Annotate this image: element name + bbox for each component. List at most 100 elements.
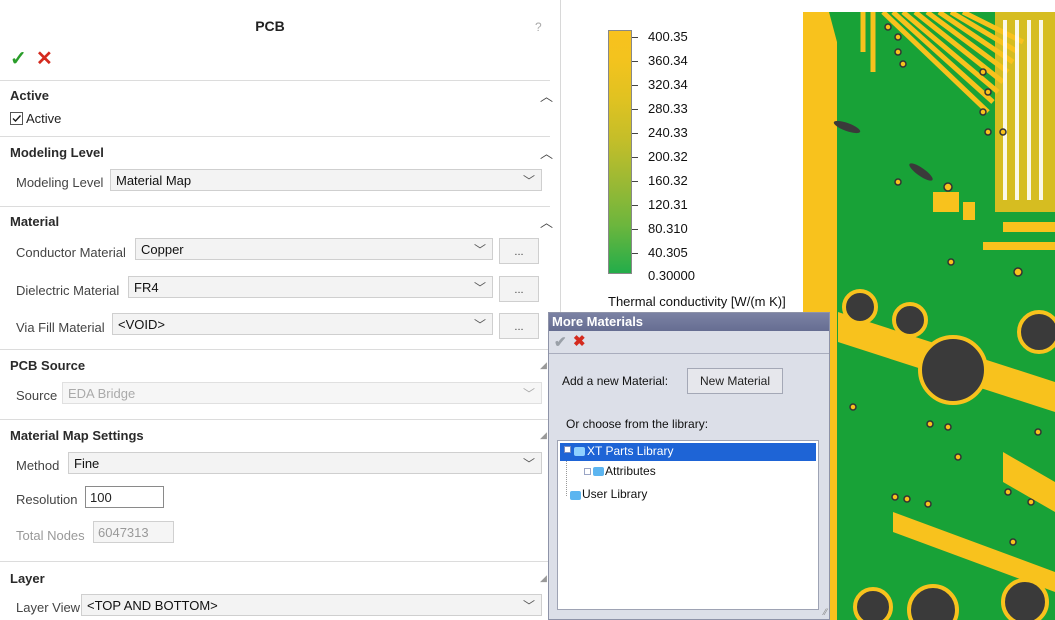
layer-view-select[interactable]: <TOP AND BOTTOM> ﹀ <box>81 594 542 616</box>
legend-value: 120.31 <box>648 197 688 212</box>
dialog-cancel-icon[interactable]: ✖ <box>573 332 586 350</box>
tree-label: Attributes <box>605 464 656 478</box>
legend-tick <box>632 205 638 206</box>
expand-node-icon[interactable] <box>584 468 591 475</box>
section-modeling-header[interactable]: Modeling Level <box>10 145 104 160</box>
via-fill-material-label: Via Fill Material <box>16 320 105 335</box>
help-icon[interactable]: ? <box>535 20 542 34</box>
legend-value: 280.33 <box>648 101 688 116</box>
legend-value: 40.305 <box>648 245 688 260</box>
method-label: Method <box>16 458 60 473</box>
legend-value: 320.34 <box>648 77 688 92</box>
section-material-header[interactable]: Material <box>10 214 59 229</box>
legend-tick <box>632 133 638 134</box>
section-active-header[interactable]: Active <box>10 88 49 103</box>
dielectric-browse-button[interactable]: ... <box>499 276 539 302</box>
resolution-input[interactable]: 100 <box>85 486 164 508</box>
resolution-value: 100 <box>90 490 112 505</box>
resize-grip-icon[interactable]: ⁄⁄ <box>824 607 827 617</box>
modeling-level-value: Material Map <box>116 173 192 188</box>
legend-value: 0.30000 <box>648 268 695 283</box>
method-value: Fine <box>74 456 100 471</box>
legend-tick <box>632 61 638 62</box>
pcb-thermal-view[interactable] <box>803 12 1055 620</box>
section-map-settings-header[interactable]: Material Map Settings <box>10 428 144 443</box>
collapse-source-icon[interactable]: ◢ <box>540 360 547 371</box>
dialog-title: More Materials <box>552 314 644 329</box>
dielectric-material-select[interactable]: FR4 ﹀ <box>128 276 493 298</box>
legend-value: 160.32 <box>648 173 688 188</box>
dielectric-material-label: Dielectric Material <box>16 283 120 298</box>
via-fill-browse-button[interactable]: ... <box>499 313 539 339</box>
total-nodes-value: 6047313 <box>98 525 149 540</box>
legend-value: 240.33 <box>648 125 688 140</box>
collapse-active-icon[interactable]: ︿ <box>540 86 553 105</box>
legend-tick <box>632 181 638 182</box>
legend-tick <box>632 253 638 254</box>
divider <box>0 349 550 350</box>
active-checkbox-label[interactable]: Active <box>26 111 61 126</box>
new-material-button[interactable]: New Material <box>687 368 783 394</box>
collapse-map-settings-icon[interactable]: ◢ <box>540 430 547 441</box>
section-layer-header[interactable]: Layer <box>10 571 45 586</box>
collapse-layer-icon[interactable]: ◢ <box>540 573 547 584</box>
library-label: Or choose from the library: <box>566 417 709 431</box>
legend-color-bar <box>608 30 632 274</box>
cancel-icon[interactable]: ✕ <box>36 46 53 71</box>
library-folder-icon <box>574 447 585 456</box>
total-nodes-field: 6047313 <box>93 521 174 543</box>
folder-icon <box>593 467 604 476</box>
tree-label: User Library <box>582 487 648 501</box>
folder-icon <box>570 491 581 500</box>
legend-value: 400.35 <box>648 29 688 44</box>
more-materials-dialog: More Materials ✔ ✖ Add a new Material: N… <box>548 312 830 620</box>
legend-tick <box>632 85 638 86</box>
divider <box>0 561 550 562</box>
active-checkbox[interactable] <box>10 112 23 125</box>
via-fill-material-select[interactable]: <VOID> ﹀ <box>112 313 493 335</box>
divider <box>0 80 550 81</box>
collapse-material-icon[interactable]: ︿ <box>540 212 553 231</box>
legend-title: Thermal conductivity [W/(m K)] <box>608 294 786 309</box>
via-fill-material-value: <VOID> <box>118 317 165 332</box>
total-nodes-label: Total Nodes <box>16 528 85 543</box>
add-material-label: Add a new Material: <box>562 374 669 388</box>
chevron-down-icon: ﹀ <box>473 281 486 295</box>
panel-title: PCB <box>255 18 285 34</box>
modeling-level-select[interactable]: Material Map ﹀ <box>110 169 542 191</box>
dialog-ok-icon[interactable]: ✔ <box>554 333 567 351</box>
collapse-node-icon[interactable] <box>564 446 571 453</box>
chevron-down-icon: ﹀ <box>522 387 535 401</box>
chevron-down-icon: ﹀ <box>473 243 486 257</box>
layer-view-label: Layer View <box>16 600 81 615</box>
checkmark-icon <box>12 115 22 123</box>
resolution-label: Resolution <box>16 492 78 507</box>
conductor-browse-button[interactable]: ... <box>499 238 539 264</box>
method-select[interactable]: Fine ﹀ <box>68 452 542 474</box>
legend-tick <box>632 37 638 38</box>
tree-line <box>566 461 568 496</box>
legend-tick <box>632 229 638 230</box>
conductor-material-label: Conductor Material <box>16 245 126 260</box>
conductor-material-select[interactable]: Copper ﹀ <box>135 238 493 260</box>
legend-value: 360.34 <box>648 53 688 68</box>
modeling-level-label: Modeling Level <box>16 175 104 190</box>
divider <box>0 206 550 207</box>
source-label: Source <box>16 388 58 403</box>
divider <box>0 136 550 137</box>
layer-view-value: <TOP AND BOTTOM> <box>87 598 218 613</box>
divider <box>0 419 550 420</box>
ok-icon[interactable]: ✓ <box>10 46 27 71</box>
chevron-down-icon: ﹀ <box>522 174 535 188</box>
source-select: EDA Bridge ﹀ <box>62 382 542 404</box>
section-pcb-source-header[interactable]: PCB Source <box>10 358 85 373</box>
tree-label: XT Parts Library <box>587 444 674 458</box>
collapse-modeling-icon[interactable]: ︿ <box>540 143 553 162</box>
conductor-material-value: Copper <box>141 242 184 257</box>
chevron-down-icon: ﹀ <box>473 318 486 332</box>
legend-value: 80.310 <box>648 221 688 236</box>
chevron-down-icon: ﹀ <box>522 599 535 613</box>
divider <box>549 353 829 354</box>
library-tree[interactable]: XT Parts Library Attributes User Library <box>557 440 819 610</box>
dielectric-material-value: FR4 <box>134 280 159 295</box>
